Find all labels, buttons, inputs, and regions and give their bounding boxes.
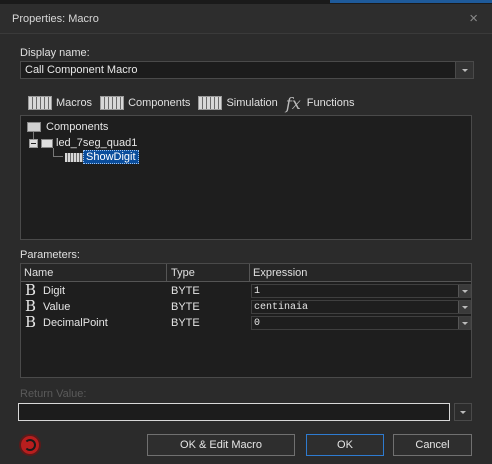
chevron-down-icon[interactable] [458,285,470,297]
column-header-name: Name [24,267,54,279]
close-icon[interactable]: × [469,10,478,27]
expression-value: 0 [254,318,261,329]
ok-button[interactable]: OK [306,434,384,456]
tab-components-label: Components [128,97,191,109]
param-type: BYTE [171,301,200,313]
tab-macros-label: Macros [56,97,93,109]
tree-node-label: led_7seg_quad1 [56,137,138,149]
insert-tabs: Macros Components Simulation fx Function… [28,92,362,114]
tab-functions[interactable]: fx Functions [286,94,355,113]
column-divider [166,264,167,282]
chevron-down-icon[interactable] [458,317,470,329]
expression-value: 1 [254,286,261,297]
expression-value: centinaia [254,302,309,313]
selected-macro-label: ShowDigit [83,150,139,164]
chevron-down-icon[interactable] [454,403,472,421]
param-name: Value [43,301,71,313]
byte-type-icon: B [25,281,37,299]
column-header-expression: Expression [253,267,308,279]
help-icon[interactable] [19,434,41,456]
component-icon [41,138,53,148]
tree-line [53,148,54,156]
tab-simulation[interactable]: Simulation [198,96,278,110]
expression-field[interactable]: 0 [251,316,471,330]
fx-icon: fx [285,93,301,113]
param-name: Digit [43,285,66,297]
display-name-label: Display name: [20,47,90,59]
top-accent-bar [330,0,492,3]
macros-icon [28,96,52,110]
tab-macros[interactable]: Macros [28,96,92,110]
byte-type-icon: B [25,297,37,315]
simulation-icon [198,96,223,110]
folder-icon [27,122,41,132]
macro-icon [65,152,83,162]
param-type: BYTE [171,317,200,329]
tree-node-component[interactable]: led_7seg_quad1 [29,137,137,149]
parameters-grid: Name Type Expression B Digit BYTE 1 B Va… [20,263,472,378]
display-name-value: Call Component Macro [25,64,138,76]
window-title: Properties: Macro [12,13,99,25]
column-divider [249,264,250,282]
byte-type-icon: B [25,313,37,331]
display-name-combo[interactable]: Call Component Macro [20,61,474,79]
expression-field[interactable]: 1 [251,284,471,298]
table-row[interactable]: B Value BYTE centinaia [21,297,471,315]
chevron-down-icon[interactable] [458,301,470,313]
cancel-button[interactable]: Cancel [393,434,472,456]
tab-functions-label: Functions [306,97,355,109]
table-row[interactable]: B DecimalPoint BYTE 0 [21,313,471,331]
column-header-type: Type [171,267,195,279]
title-bar: Properties: Macro × [0,4,492,34]
tab-simulation-label: Simulation [226,97,278,109]
tree-node-components[interactable]: Components [27,121,108,133]
param-name: DecimalPoint [43,317,108,329]
tree-node-macro[interactable]: ShowDigit [65,150,139,164]
chevron-down-icon[interactable] [455,62,473,78]
component-tree[interactable]: Components led_7seg_quad1 ShowDigit [20,115,472,240]
tree-line [53,156,63,157]
return-value-input[interactable] [18,403,450,421]
param-type: BYTE [171,285,200,297]
components-icon [100,96,125,110]
expression-field[interactable]: centinaia [251,300,471,314]
tree-node-label: Components [46,121,109,133]
ok-edit-macro-button[interactable]: OK & Edit Macro [147,434,295,456]
tab-components[interactable]: Components [100,96,190,110]
grid-header: Name Type Expression [21,264,471,282]
table-row[interactable]: B Digit BYTE 1 [21,281,471,299]
parameters-label: Parameters: [20,249,80,261]
collapse-icon[interactable] [29,138,38,148]
return-value-label: Return Value: [20,388,87,400]
